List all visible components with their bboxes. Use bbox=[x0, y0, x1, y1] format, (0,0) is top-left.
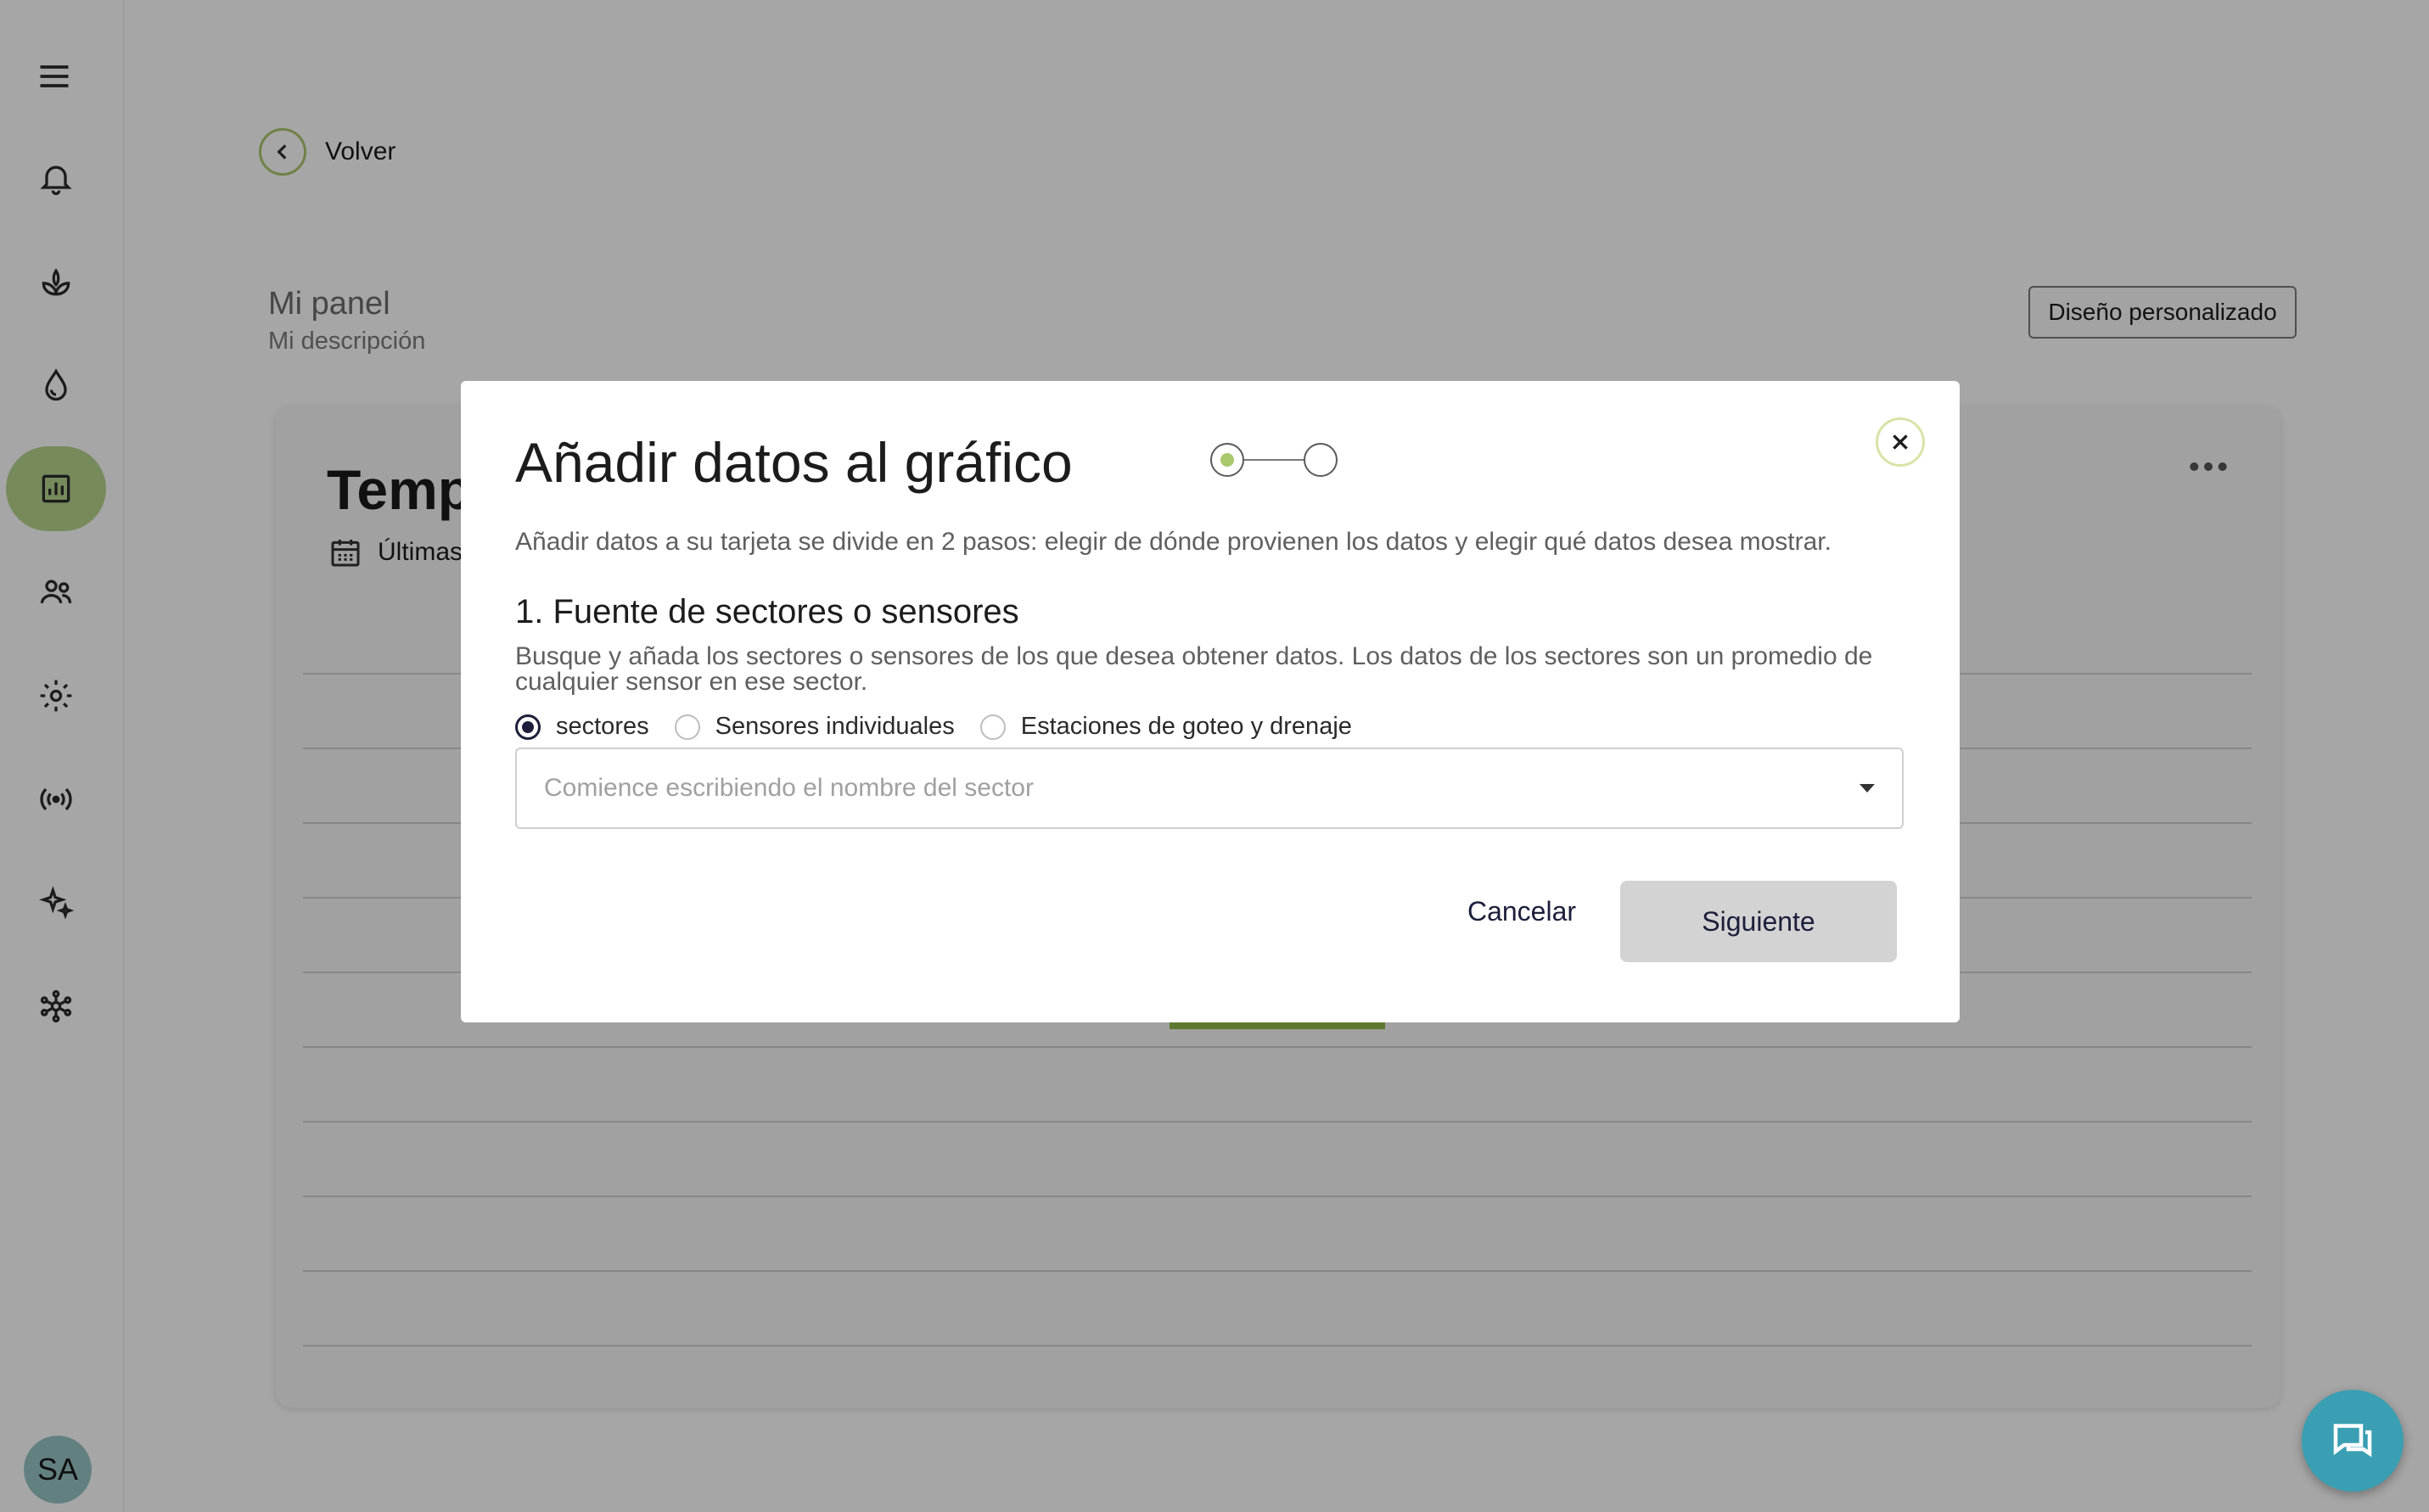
sector-search-input[interactable] bbox=[544, 774, 1817, 803]
radio-button-sectores[interactable] bbox=[515, 714, 541, 740]
radio-button-sensores-individuales[interactable] bbox=[674, 714, 700, 740]
caret-down-icon[interactable] bbox=[1860, 784, 1875, 792]
next-button[interactable]: Siguiente bbox=[1620, 881, 1897, 962]
section-title: 1. Fuente de sectores o sensores bbox=[515, 593, 1019, 630]
radio-option-estaciones[interactable]: Estaciones de goteo y drenaje bbox=[979, 713, 1352, 741]
source-type-radio-group: sectores Sensores individuales Estacione… bbox=[515, 713, 1377, 741]
radio-label: sectores bbox=[556, 713, 649, 740]
step-connector bbox=[1244, 459, 1304, 461]
sector-search-select[interactable] bbox=[515, 748, 1904, 829]
step-2-indicator bbox=[1304, 443, 1338, 477]
app-root: SA Volver Mi panel Mi descripción Diseño… bbox=[0, 0, 2429, 1512]
radio-option-sectores[interactable]: sectores bbox=[515, 713, 649, 741]
modal-title: Añadir datos al gráfico bbox=[515, 431, 1073, 494]
chat-button[interactable] bbox=[2302, 1390, 2404, 1492]
close-button[interactable] bbox=[1876, 417, 1925, 467]
close-icon bbox=[1893, 434, 1908, 450]
step-1-indicator bbox=[1210, 443, 1244, 477]
add-data-modal: Añadir datos al gráfico Añadir datos a s… bbox=[461, 381, 1960, 1022]
section-description: Busque y añada los sectores o sensores d… bbox=[515, 642, 1873, 696]
step-indicator bbox=[1210, 443, 1338, 477]
radio-button-estaciones[interactable] bbox=[979, 714, 1006, 740]
cancel-button[interactable]: Cancelar bbox=[1437, 882, 1607, 941]
radio-label: Estaciones de goteo y drenaje bbox=[1020, 713, 1352, 740]
radio-option-sensores-individuales[interactable]: Sensores individuales bbox=[674, 713, 955, 741]
radio-label: Sensores individuales bbox=[715, 713, 955, 740]
modal-intro: Añadir datos a su tarjeta se divide en 2… bbox=[515, 528, 1832, 556]
chat-icon bbox=[2333, 1424, 2372, 1458]
